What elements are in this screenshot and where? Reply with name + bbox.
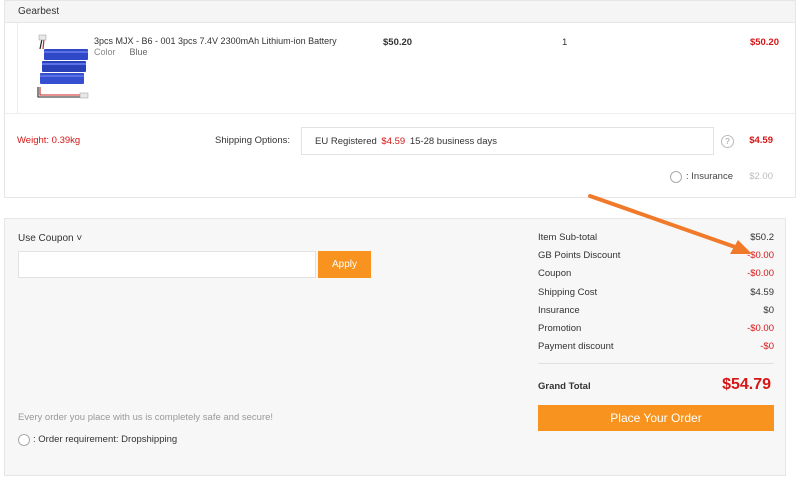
totals-row-insurance: Insurance $0	[538, 305, 774, 323]
totals-list: Item Sub-total $50.2 GB Points Discount -$…	[538, 232, 774, 359]
totals-value: -$0.00	[747, 268, 774, 280]
security-note: Every order you place with us is complet…	[18, 412, 274, 423]
totals-row-promotion: Promotion -$0.00	[538, 323, 774, 341]
divider	[5, 113, 795, 114]
coupon-input[interactable]	[18, 251, 316, 278]
totals-row-payment-discount: Payment discount -$0	[538, 341, 774, 359]
product-name[interactable]: 3pcs MJX - B6 - 001 3pcs 7.4V 2300mAh Li…	[94, 36, 354, 46]
product-price: $50.20	[383, 37, 413, 48]
shipping-method-price: $4.59	[381, 136, 406, 147]
totals-value: -$0.00	[747, 322, 774, 334]
weight-text: Weight: 0.39kg	[17, 135, 81, 146]
dropshipping-radio[interactable]	[18, 434, 30, 446]
order-summary-panel: Use Coupon ˅ Apply Every order you place…	[4, 218, 786, 476]
product-color-label: Color	[94, 47, 116, 57]
totals-label: Coupon	[538, 268, 572, 280]
product-row: 3pcs MJX - B6 - 001 3pcs 7.4V 2300mAh Li…	[17, 23, 797, 113]
totals-value: -$0.00	[747, 250, 774, 262]
totals-value: $50.2	[750, 232, 774, 243]
totals-value: $4.59	[750, 286, 774, 298]
shipping-options-label: Shipping Options:	[215, 135, 290, 146]
totals-label: Shipping Cost	[538, 286, 598, 298]
apply-button[interactable]: Apply	[318, 251, 371, 278]
product-color-value: Blue	[129, 47, 148, 57]
shipping-method-name: EU Registered	[315, 136, 377, 147]
product-quantity: 1	[562, 37, 568, 48]
battery-pack-icon[interactable]	[30, 31, 92, 103]
shipping-method-days: 15-28 business days	[409, 136, 497, 147]
product-total: $50.20	[749, 37, 779, 48]
question-circle-icon[interactable]: ?	[721, 135, 734, 148]
shipping-method-select[interactable]: EU Registered $4.59 15-28 business days	[301, 127, 714, 155]
totals-value: $0	[763, 304, 774, 316]
product-color: Color Blue	[94, 47, 148, 57]
grand-total-value: $54.79	[722, 376, 771, 393]
dropshipping-label: : Order requirement: Dropshipping	[33, 434, 178, 445]
shipping-cost: $4.59	[749, 135, 773, 146]
totals-row-gb-points: GB Points Discount -$0.00	[538, 250, 774, 268]
totals-row-coupon: Coupon -$0.00	[538, 268, 774, 286]
insurance-radio[interactable]	[670, 171, 682, 183]
totals-label: GB Points Discount	[538, 250, 621, 262]
totals-label: Payment discount	[538, 341, 614, 353]
store-name: Gearbest	[5, 1, 795, 23]
use-coupon-toggle[interactable]: Use Coupon ˅	[18, 233, 82, 244]
store-panel: Gearbest 3pcs MJX - B6 - 001 3pcs 7.4V 2…	[4, 0, 796, 198]
totals-row-shipping: Shipping Cost $4.59	[538, 287, 774, 305]
totals-label: Insurance	[538, 304, 580, 316]
totals-label: Item Sub-total	[538, 232, 598, 243]
grand-total-divider	[538, 363, 774, 364]
totals-row-subtotal: Item Sub-total $50.2	[538, 232, 774, 250]
insurance-label: : Insurance	[686, 171, 733, 182]
totals-label: Promotion	[538, 322, 582, 334]
grand-total-label: Grand Total	[538, 381, 591, 392]
totals-value: -$0	[760, 341, 774, 353]
place-order-button[interactable]: Place Your Order	[538, 405, 774, 431]
insurance-cost: $2.00	[749, 171, 773, 182]
